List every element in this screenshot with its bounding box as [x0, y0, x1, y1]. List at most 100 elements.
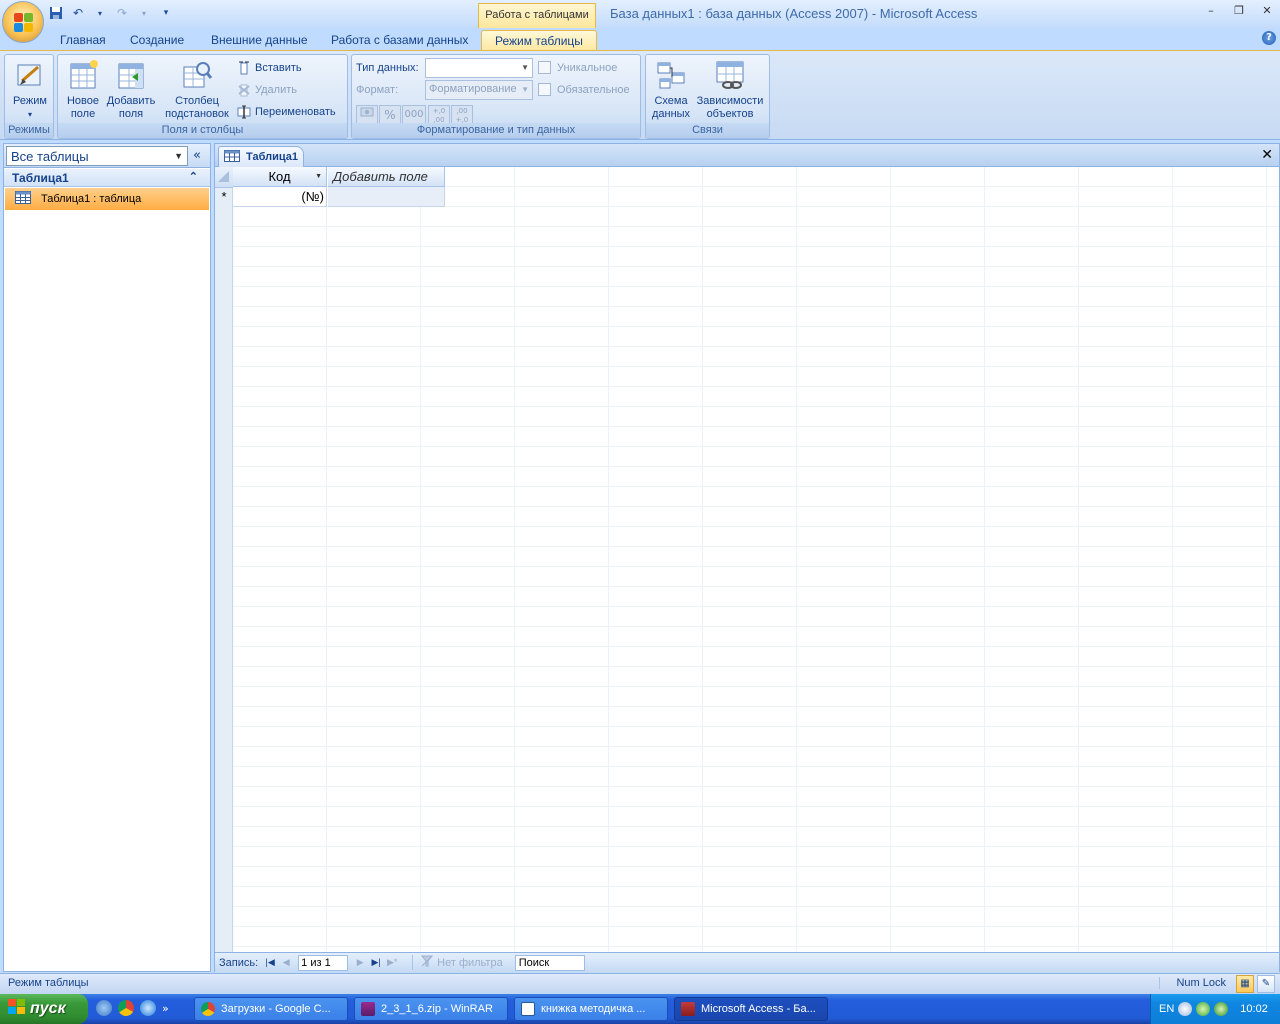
internet-explorer-icon[interactable] — [140, 1000, 156, 1016]
status-numlock: Num Lock — [1159, 977, 1226, 989]
add-fields-button[interactable]: Добавить поля — [105, 59, 157, 121]
help-icon[interactable]: ? — [1262, 31, 1276, 45]
redo-icon[interactable]: ↷ — [114, 5, 130, 21]
next-record-icon[interactable]: ▶ — [352, 955, 368, 971]
insert-column-button[interactable]: Вставить — [237, 59, 302, 77]
lookup-label-1: Столбец — [175, 95, 219, 107]
task-chrome-downloads[interactable]: Загрузки - Google C... — [194, 997, 348, 1021]
object-dependencies-label-1: Зависимости — [696, 95, 764, 107]
group-label-formatting: Форматирование и тип данных — [352, 123, 640, 138]
datasheet-grid[interactable]: Код ▼ Добавить поле * (№) — [215, 167, 1279, 952]
minimize-button[interactable]: – — [1204, 4, 1218, 18]
rename-column-icon — [237, 105, 251, 119]
relationships-icon — [655, 59, 687, 91]
collapse-nav-pane-icon[interactable]: « — [193, 148, 201, 163]
tab-home[interactable]: Главная — [60, 30, 106, 52]
task-word-document[interactable]: книжка методичка ... — [514, 997, 668, 1021]
collapse-group-icon[interactable]: ⌃ — [189, 170, 198, 183]
required-checkbox[interactable]: Обязательное — [538, 83, 630, 96]
ribbon: Режим ▾ Режимы Новое поле Добавить поля … — [0, 50, 1280, 140]
delete-column-button[interactable]: Удалить — [237, 81, 297, 99]
task-microsoft-access[interactable]: Microsoft Access - Ба... — [674, 997, 828, 1021]
object-dependencies-label-2: объектов — [706, 108, 754, 120]
column-filter-dropdown-icon[interactable]: ▼ — [315, 173, 322, 180]
group-label-modes: Режимы — [5, 123, 53, 138]
required-checkbox-box — [538, 83, 551, 96]
nav-item-table1[interactable]: Таблица1 : таблица — [5, 188, 209, 210]
restore-button[interactable]: ❐ — [1232, 4, 1246, 18]
group-fields: Новое поле Добавить поля Столбец подстан… — [57, 54, 348, 139]
chrome-icon[interactable] — [118, 1000, 134, 1016]
select-all-corner[interactable] — [218, 171, 229, 182]
windows-logo-icon — [8, 998, 26, 1020]
cell-kod-new-record[interactable]: (№) — [233, 187, 327, 207]
quick-launch-more-icon[interactable]: » — [162, 1002, 169, 1015]
ribbon-tabs: Главная Создание Внешние данные Работа с… — [0, 28, 1280, 52]
cell-add-field-new-record[interactable] — [328, 187, 445, 207]
record-position-input[interactable]: 1 из 1 — [298, 954, 349, 971]
last-record-icon[interactable]: ▶| — [368, 955, 384, 971]
unique-checkbox[interactable]: Уникальное — [538, 61, 617, 74]
redo-dropdown-icon[interactable]: ▾ — [136, 5, 152, 21]
rename-column-button[interactable]: Переименовать — [237, 103, 336, 121]
increase-decimals-button[interactable]: +,0 ,00 — [428, 105, 450, 125]
task-label: 2_3_1_6.zip - WinRAR — [381, 1003, 493, 1015]
clock: 10:02 — [1240, 1003, 1268, 1015]
data-type-combo[interactable]: ▼ — [425, 58, 533, 78]
insert-column-icon — [237, 61, 251, 75]
tab-external-data[interactable]: Внешние данные — [211, 30, 308, 52]
currency-format-button[interactable] — [356, 105, 378, 125]
tab-datasheet[interactable]: Режим таблицы — [481, 30, 597, 52]
antivirus-icon[interactable] — [1214, 1002, 1229, 1016]
view-dropdown-icon: ▾ — [27, 110, 32, 119]
delete-column-label: Удалить — [255, 84, 297, 96]
tab-database-tools[interactable]: Работа с базами данных — [331, 30, 468, 52]
search-input[interactable]: Поиск — [514, 954, 585, 971]
new-record-icon[interactable]: ▶* — [384, 955, 400, 971]
nav-pane-category-selector[interactable]: Все таблицы ▼ — [6, 146, 188, 166]
office-logo-icon — [14, 13, 33, 32]
nav-pane-title: Все таблицы — [11, 149, 89, 164]
format-label: Формат: — [356, 84, 399, 96]
group-modes: Режим ▾ Режимы — [4, 54, 54, 139]
object-dependencies-button[interactable]: Зависимости объектов — [694, 59, 766, 121]
column-header-add-field[interactable]: Добавить поле — [328, 167, 445, 187]
task-winrar[interactable]: 2_3_1_6.zip - WinRAR — [354, 997, 508, 1021]
nav-group-header[interactable]: Таблица1 ⌃ — [4, 169, 210, 187]
tab-create[interactable]: Создание — [130, 30, 184, 52]
task-label: Загрузки - Google C... — [221, 1003, 331, 1015]
decrease-decimals-button[interactable]: ,00 +,0 — [451, 105, 473, 125]
first-record-icon[interactable]: |◀ — [262, 955, 278, 971]
close-document-icon[interactable]: ✕ — [1261, 147, 1273, 163]
document-tab-label: Таблица1 — [246, 151, 298, 163]
previous-record-icon[interactable]: ◀ — [278, 955, 294, 971]
thousands-format-button[interactable]: 000 — [402, 105, 426, 125]
tray-expand-icon[interactable] — [1178, 1002, 1193, 1016]
relationships-button[interactable]: Схема данных — [648, 59, 694, 121]
view-label: Режим — [13, 95, 47, 107]
percent-format-button[interactable]: % — [379, 105, 401, 125]
relationships-label-2: данных — [651, 108, 691, 120]
column-header-kod[interactable]: Код ▼ — [233, 167, 327, 187]
filter-toggle[interactable]: Нет фильтра — [412, 955, 503, 970]
view-icon — [14, 59, 46, 91]
document-tab-table1[interactable]: Таблица1 — [218, 146, 304, 167]
datasheet-view-icon[interactable]: ▦ — [1236, 975, 1254, 993]
new-field-button[interactable]: Новое поле — [61, 59, 105, 121]
save-icon[interactable] — [48, 5, 64, 21]
tray-app-icon[interactable] — [1196, 1002, 1211, 1016]
design-view-icon[interactable]: ✎ — [1257, 975, 1275, 993]
add-fields-label-2: поля — [118, 108, 144, 120]
add-fields-icon — [115, 59, 147, 91]
lookup-column-button[interactable]: Столбец подстановок — [161, 59, 233, 121]
undo-icon[interactable]: ↶ — [70, 5, 86, 21]
customize-qat-icon[interactable]: ▾ — [158, 5, 174, 21]
format-combo[interactable]: Форматирование ▼ — [425, 80, 533, 100]
undo-dropdown-icon[interactable]: ▾ — [92, 5, 108, 21]
office-button[interactable] — [2, 1, 44, 43]
close-button[interactable]: ✕ — [1260, 4, 1274, 18]
show-desktop-icon[interactable] — [96, 1000, 112, 1016]
view-button[interactable]: Режим ▾ — [9, 59, 51, 121]
start-button[interactable]: пуск — [0, 994, 88, 1024]
language-indicator[interactable]: EN — [1159, 1003, 1174, 1015]
